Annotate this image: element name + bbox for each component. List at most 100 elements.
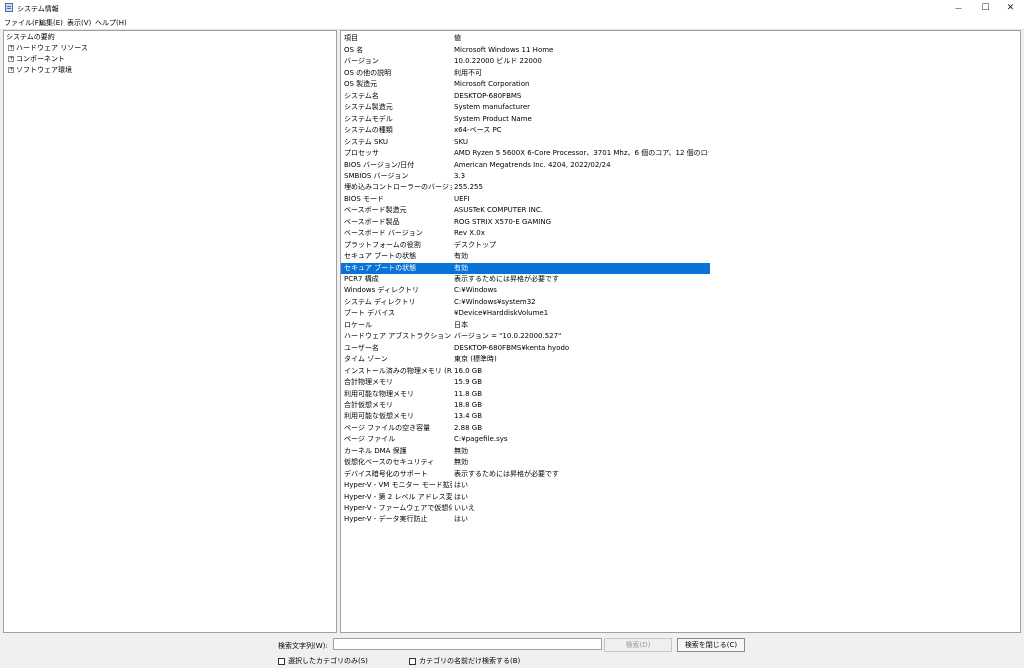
cell-item: Hyper-V - ファームウェアで仮想化が... bbox=[344, 504, 452, 512]
table-row[interactable]: ベースボード製品 ROG STRIX X570-E GAMING bbox=[341, 217, 710, 228]
table-row[interactable]: 利用可能な物理メモリ 11.8 GB bbox=[341, 389, 710, 400]
cell-value: はい bbox=[454, 515, 468, 524]
cell-value: AMD Ryzen 5 5600X 6-Core Processor、3701 … bbox=[454, 149, 709, 158]
cell-value: 無効 bbox=[454, 446, 468, 455]
cell-item: 埋め込みコントローラーのバージョン bbox=[344, 183, 452, 192]
selected-category-only-option[interactable]: 選択したカテゴリのみ(S) bbox=[278, 656, 368, 666]
cell-value: SKU bbox=[454, 137, 468, 146]
cell-item: システム製造元 bbox=[344, 103, 393, 112]
table-row[interactable]: システム SKU SKU bbox=[341, 137, 710, 148]
table-row[interactable]: システム名 DESKTOP-680FBMS bbox=[341, 91, 710, 102]
table-row[interactable]: システムの種類 x64-ベース PC bbox=[341, 125, 710, 136]
find-button-label: 検索(D) bbox=[625, 641, 651, 649]
table-row[interactable]: BIOS バージョン/日付 American Megatrends Inc. 42… bbox=[341, 160, 710, 171]
table-row[interactable]: Hyper-V - データ実行防止 はい bbox=[341, 514, 710, 525]
cell-value: 2.88 GB bbox=[454, 423, 483, 432]
window-title: システム情報 bbox=[17, 5, 59, 13]
maximize-button[interactable]: ☐ bbox=[972, 0, 999, 16]
expand-icon[interactable]: + bbox=[8, 56, 14, 62]
cell-item: BIOS バージョン/日付 bbox=[344, 160, 415, 169]
table-row[interactable]: 利用可能な仮想メモリ 13.4 GB bbox=[341, 411, 710, 422]
table-row[interactable]: ロケール 日本 bbox=[341, 320, 710, 331]
table-row[interactable]: 合計物理メモリ 15.9 GB bbox=[341, 377, 710, 388]
cell-item: タイム ゾーン bbox=[344, 355, 388, 364]
table-row[interactable]: 仮想化ベースのセキュリティ 無効 bbox=[341, 457, 710, 468]
find-button[interactable]: 検索(D) bbox=[604, 638, 672, 652]
cell-value: Microsoft Corporation bbox=[454, 80, 530, 89]
checkbox-label: カテゴリの名前だけ検索する(B) bbox=[419, 657, 521, 665]
cell-item: Hyper-V - VM モニター モード拡張... bbox=[344, 481, 452, 490]
cell-item: ブート デバイス bbox=[344, 309, 396, 318]
cell-item: 仮想化ベースのセキュリティ bbox=[344, 458, 435, 467]
table-row[interactable]: インストール済みの物理メモリ (RAM)16.0 GB bbox=[341, 366, 710, 377]
menu-file[interactable]: ファイル(F) bbox=[4, 18, 42, 28]
title-bar: システム情報 — ☐ ✕ bbox=[0, 0, 1024, 16]
cell-value: 255.255 bbox=[454, 183, 483, 192]
table-row[interactable]: カーネル DMA 保護 無効 bbox=[341, 446, 710, 457]
expand-icon[interactable]: + bbox=[8, 67, 14, 73]
table-row[interactable]: ベースボード製造元 ASUSTeK COMPUTER INC. bbox=[341, 205, 710, 216]
cell-item: ロケール bbox=[344, 320, 372, 329]
menu-view[interactable]: 表示(V) bbox=[67, 18, 91, 28]
table-row[interactable]: OS 製造元 Microsoft Corporation bbox=[341, 79, 710, 90]
table-row[interactable]: セキュア ブートの状態 有効 bbox=[341, 251, 710, 262]
table-row[interactable]: セキュア ブートの状態 有効 bbox=[341, 262, 710, 274]
cell-item: ページ ファイル bbox=[344, 435, 396, 444]
cell-item: システム名 bbox=[344, 91, 379, 100]
table-row[interactable]: ベースボード バージョン Rev X.0x bbox=[341, 228, 710, 239]
table-row[interactable]: デバイス暗号化のサポート 表示するためには昇格が必要です bbox=[341, 469, 710, 480]
table-row[interactable]: OS の他の説明 利用不可 bbox=[341, 68, 710, 79]
close-button[interactable]: ✕ bbox=[997, 0, 1024, 16]
selected-category-only-checkbox[interactable] bbox=[278, 657, 285, 665]
table-row[interactable]: Windows ディレクトリ C:¥Windows bbox=[341, 285, 710, 296]
table-row[interactable]: ハードウェア アブストラクション レイヤーバージョン = "10.0.22000… bbox=[341, 331, 710, 342]
search-input[interactable] bbox=[333, 638, 602, 650]
cell-value: 3.3 bbox=[454, 171, 466, 180]
table-row[interactable]: ページ ファイルの空き容量 2.88 GB bbox=[341, 423, 710, 434]
tree-item-system-summary[interactable]: システムの要約 bbox=[6, 32, 55, 42]
category-names-only-checkbox[interactable] bbox=[409, 657, 416, 665]
table-row[interactable]: SMBIOS バージョン 3.3 bbox=[341, 171, 710, 182]
cell-item: ハードウェア アブストラクション レイヤー bbox=[344, 332, 452, 341]
table-row[interactable]: ページ ファイル C:¥pagefile.sys bbox=[341, 434, 710, 445]
close-find-button[interactable]: 検索を閉じる(C) bbox=[677, 638, 745, 652]
menu-edit[interactable]: 編集(E) bbox=[39, 18, 63, 28]
expand-icon[interactable]: + bbox=[8, 45, 14, 51]
table-row[interactable]: タイム ゾーン 東京 (標準時) bbox=[341, 354, 710, 365]
table-row[interactable]: Hyper-V - ファームウェアで仮想化が...いいえ bbox=[341, 503, 710, 514]
cell-item: 利用可能な仮想メモリ bbox=[344, 412, 414, 421]
tree-item-hardware-resources[interactable]: + ハードウェア リソース bbox=[8, 43, 88, 53]
minimize-button[interactable]: — bbox=[945, 0, 972, 16]
table-row[interactable]: 合計仮想メモリ 18.8 GB bbox=[341, 400, 710, 411]
table-row[interactable]: システム製造元 System manufacturer bbox=[341, 102, 710, 113]
cell-value: American Megatrends Inc. 4204, 2022/02/2… bbox=[454, 160, 611, 169]
cell-item: セキュア ブートの状態 bbox=[344, 263, 417, 272]
table-row[interactable]: プラットフォームの役割 デスクトップ bbox=[341, 240, 710, 251]
category-names-only-option[interactable]: カテゴリの名前だけ検索する(B) bbox=[409, 656, 520, 666]
table-row[interactable]: プロセッサ AMD Ryzen 5 5600X 6-Core Processor、… bbox=[341, 148, 710, 159]
column-header-item[interactable]: 項目 bbox=[344, 33, 358, 43]
table-row[interactable]: Hyper-V - 第 2 レベル アドレス変... はい bbox=[341, 492, 710, 503]
category-tree[interactable]: システムの要約 + ハードウェア リソース + コンポーネント + ソフトウェア… bbox=[3, 30, 337, 633]
tree-item-software-environment[interactable]: + ソフトウェア環境 bbox=[8, 65, 72, 75]
table-row[interactable]: システムモデル System Product Name bbox=[341, 114, 710, 125]
close-find-button-label: 検索を閉じる(C) bbox=[684, 641, 738, 649]
cell-value: DESKTOP-680FBMS bbox=[454, 91, 522, 100]
details-list[interactable]: 項目 値 OS 名 Microsoft Windows 11 Home バージョン 1… bbox=[340, 30, 1021, 633]
table-row[interactable]: ブート デバイス ¥Device¥HarddiskVolume1 bbox=[341, 308, 710, 319]
table-row[interactable]: Hyper-V - VM モニター モード拡張... はい bbox=[341, 480, 710, 491]
table-row[interactable]: OS 名 Microsoft Windows 11 Home bbox=[341, 45, 710, 56]
table-row[interactable]: 埋め込みコントローラーのバージョン 255.255 bbox=[341, 182, 710, 193]
column-header-value[interactable]: 値 bbox=[454, 33, 461, 43]
table-row[interactable]: BIOS モード UEFI bbox=[341, 194, 710, 205]
table-row[interactable]: システム ディレクトリ C:¥Windows¥system32 bbox=[341, 297, 710, 308]
table-row[interactable]: PCR7 構成 表示するためには昇格が必要です bbox=[341, 274, 710, 285]
cell-item: OS の他の説明 bbox=[344, 68, 392, 77]
cell-item: セキュア ブートの状態 bbox=[344, 252, 417, 261]
tree-item-components[interactable]: + コンポーネント bbox=[8, 54, 65, 64]
menu-help[interactable]: ヘルプ(H) bbox=[95, 18, 127, 28]
menu-bar: ファイル(F) 編集(E) 表示(V) ヘルプ(H) bbox=[0, 16, 1024, 30]
cell-item: システム ディレクトリ bbox=[344, 297, 416, 306]
table-row[interactable]: バージョン 10.0.22000 ビルド 22000 bbox=[341, 56, 710, 67]
table-row[interactable]: ユーザー名 DESKTOP-680FBMS¥kenta hyodo bbox=[341, 343, 710, 354]
